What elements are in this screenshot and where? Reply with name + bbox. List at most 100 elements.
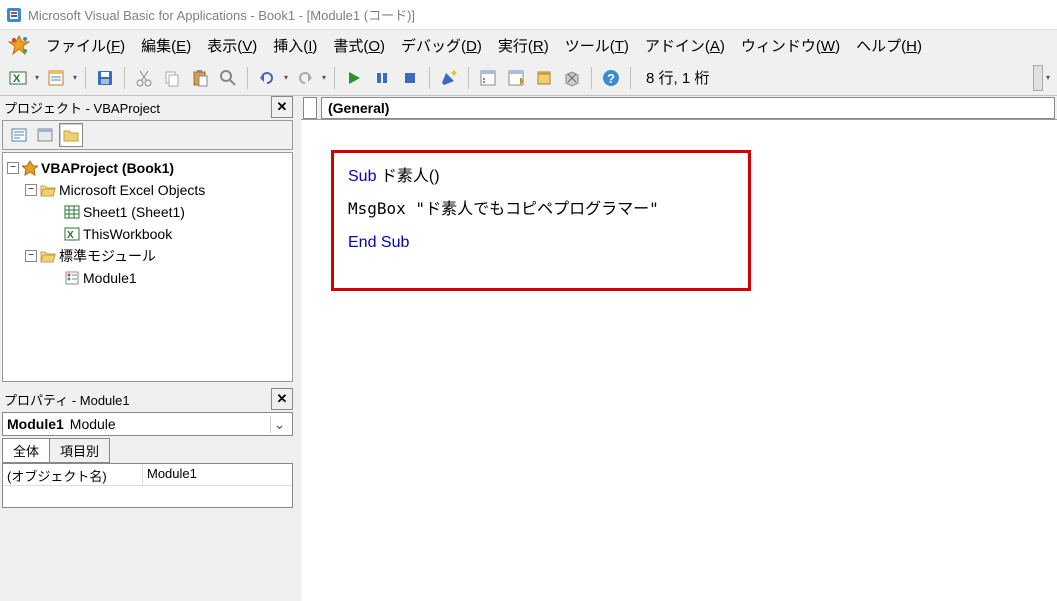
object-combo-value: (General) xyxy=(328,100,389,116)
paste-button[interactable] xyxy=(187,65,213,91)
object-combo[interactable]: (General) xyxy=(321,97,1055,119)
properties-tab-categorized[interactable]: 項目別 xyxy=(49,438,110,463)
code-line[interactable]: End Sub xyxy=(348,231,734,254)
code-pane: (General) Sub ド素人() MsgBox "ド素人でもコピペプログラ… xyxy=(301,96,1057,601)
toolbar-grip[interactable] xyxy=(1033,65,1043,91)
save-button[interactable] xyxy=(92,65,118,91)
worksheet-icon xyxy=(63,205,81,219)
module-icon xyxy=(63,271,81,285)
properties-pane-title: プロパティ - Module1 xyxy=(4,390,130,409)
run-button[interactable] xyxy=(341,65,367,91)
menu-view[interactable]: 表示(V) xyxy=(199,31,265,60)
tree-std-modules-label: 標準モジュール xyxy=(57,246,156,266)
properties-pane-close-button[interactable]: ✕ xyxy=(271,388,293,410)
project-toolbar xyxy=(2,120,293,150)
properties-grid[interactable]: (オブジェクト名) Module1 xyxy=(2,463,293,508)
break-button[interactable] xyxy=(369,65,395,91)
properties-pane-header: プロパティ - Module1 ✕ xyxy=(0,388,295,410)
folder-open-icon xyxy=(39,183,57,197)
properties-object-selector[interactable]: Module1 Module ⌄ xyxy=(2,412,293,436)
tree-module1[interactable]: Module1 xyxy=(3,267,292,289)
collapse-icon[interactable]: − xyxy=(7,162,19,174)
collapse-icon[interactable]: − xyxy=(25,250,37,262)
view-code-button[interactable] xyxy=(7,123,31,147)
tree-excel-objects[interactable]: − Microsoft Excel Objects xyxy=(3,179,292,201)
svg-text:?: ? xyxy=(607,71,615,86)
object-box-handle[interactable] xyxy=(303,97,317,119)
dropdown-icon[interactable]: ⌄ xyxy=(270,416,288,433)
menu-addin[interactable]: アドイン(A) xyxy=(637,31,733,60)
folder-open-icon xyxy=(39,249,57,263)
workbook-icon: X xyxy=(63,227,81,241)
tree-thisworkbook[interactable]: X ThisWorkbook xyxy=(3,223,292,245)
view-object-button[interactable] xyxy=(33,123,57,147)
code-editor[interactable]: Sub ド素人() MsgBox "ド素人でもコピペプログラマー" End Su… xyxy=(301,120,1057,601)
view-excel-button[interactable]: X xyxy=(5,65,31,91)
project-pane-header: プロジェクト - VBAProject ✕ xyxy=(0,96,295,118)
properties-tab-all[interactable]: 全体 xyxy=(2,438,50,463)
redo-dropdown[interactable]: ▾ xyxy=(319,73,329,82)
property-value[interactable]: Module1 xyxy=(143,464,292,485)
property-key: (オブジェクト名) xyxy=(3,464,143,485)
project-icon xyxy=(21,160,39,176)
object-browser-button[interactable] xyxy=(531,65,557,91)
menu-bar: ファイル(F) 編集(E) 表示(V) 挿入(I) 書式(O) デバッグ(D) … xyxy=(0,30,1057,60)
find-button[interactable] xyxy=(215,65,241,91)
vbe-icon xyxy=(8,34,30,56)
project-tree[interactable]: − VBAProject (Book1) − Microsoft Excel O… xyxy=(2,152,293,382)
menu-help[interactable]: ヘルプ(H) xyxy=(848,31,930,60)
svg-text:X: X xyxy=(67,230,74,241)
window-title: Microsoft Visual Basic for Applications … xyxy=(28,5,415,24)
code-line[interactable]: Sub ド素人() xyxy=(348,165,734,188)
properties-window-button[interactable] xyxy=(503,65,529,91)
undo-dropdown[interactable]: ▾ xyxy=(281,73,291,82)
code-pane-header: (General) xyxy=(301,96,1057,120)
tree-thisworkbook-label: ThisWorkbook xyxy=(81,226,172,242)
tree-project-label: VBAProject (Book1) xyxy=(39,160,174,176)
reset-button[interactable] xyxy=(397,65,423,91)
menu-format[interactable]: 書式(O) xyxy=(325,31,393,60)
undo-button[interactable] xyxy=(254,65,280,91)
menu-run[interactable]: 実行(R) xyxy=(490,31,557,60)
menu-insert[interactable]: 挿入(I) xyxy=(265,31,325,60)
properties-pane: プロパティ - Module1 ✕ Module1 Module ⌄ 全体 項目… xyxy=(0,388,295,508)
redo-button[interactable] xyxy=(292,65,318,91)
insert-module-dropdown[interactable]: ▾ xyxy=(70,73,80,82)
copy-button[interactable] xyxy=(159,65,185,91)
tree-sheet1-label: Sheet1 (Sheet1) xyxy=(81,204,185,220)
tree-project-root[interactable]: − VBAProject (Book1) xyxy=(3,157,292,179)
toolbox-button[interactable] xyxy=(559,65,585,91)
insert-module-button[interactable] xyxy=(43,65,69,91)
cut-button[interactable] xyxy=(131,65,157,91)
tree-module1-label: Module1 xyxy=(81,270,137,286)
menu-file[interactable]: ファイル(F) xyxy=(38,31,133,60)
toolbar-overflow[interactable]: ▾ xyxy=(1043,73,1053,82)
menu-window[interactable]: ウィンドウ(W) xyxy=(733,31,848,60)
project-pane-title: プロジェクト - VBAProject xyxy=(4,98,160,117)
project-pane-close-button[interactable]: ✕ xyxy=(271,96,293,118)
tree-std-modules[interactable]: − 標準モジュール xyxy=(3,245,292,267)
properties-object-name: Module1 xyxy=(7,416,64,432)
tree-excel-objects-label: Microsoft Excel Objects xyxy=(57,182,205,198)
svg-text:X: X xyxy=(13,73,21,85)
design-mode-button[interactable] xyxy=(436,65,462,91)
toolbar: X ▾ ▾ ▾ ▾ ? 8 行, 1 桁 ▾ xyxy=(0,60,1057,96)
view-excel-dropdown[interactable]: ▾ xyxy=(32,73,42,82)
left-pane: プロジェクト - VBAProject ✕ − VBAProject (Book… xyxy=(0,96,295,601)
project-explorer-button[interactable] xyxy=(475,65,501,91)
help-button[interactable]: ? xyxy=(598,65,624,91)
tree-sheet1[interactable]: Sheet1 (Sheet1) xyxy=(3,201,292,223)
toggle-folders-button[interactable] xyxy=(59,123,83,147)
app-icon xyxy=(6,7,22,23)
property-row[interactable]: (オブジェクト名) Module1 xyxy=(3,464,292,486)
menu-debug[interactable]: デバッグ(D) xyxy=(393,31,490,60)
menu-edit[interactable]: 編集(E) xyxy=(133,31,199,60)
collapse-icon[interactable]: − xyxy=(25,184,37,196)
cursor-position: 8 行, 1 桁 xyxy=(636,67,719,88)
properties-object-type: Module xyxy=(70,416,116,432)
title-bar: Microsoft Visual Basic for Applications … xyxy=(0,0,1057,30)
properties-tabs: 全体 項目別 xyxy=(2,438,293,463)
code-highlight-box: Sub ド素人() MsgBox "ド素人でもコピペプログラマー" End Su… xyxy=(331,150,751,291)
code-line[interactable]: MsgBox "ド素人でもコピペプログラマー" xyxy=(348,198,734,220)
menu-tools[interactable]: ツール(T) xyxy=(557,31,637,60)
